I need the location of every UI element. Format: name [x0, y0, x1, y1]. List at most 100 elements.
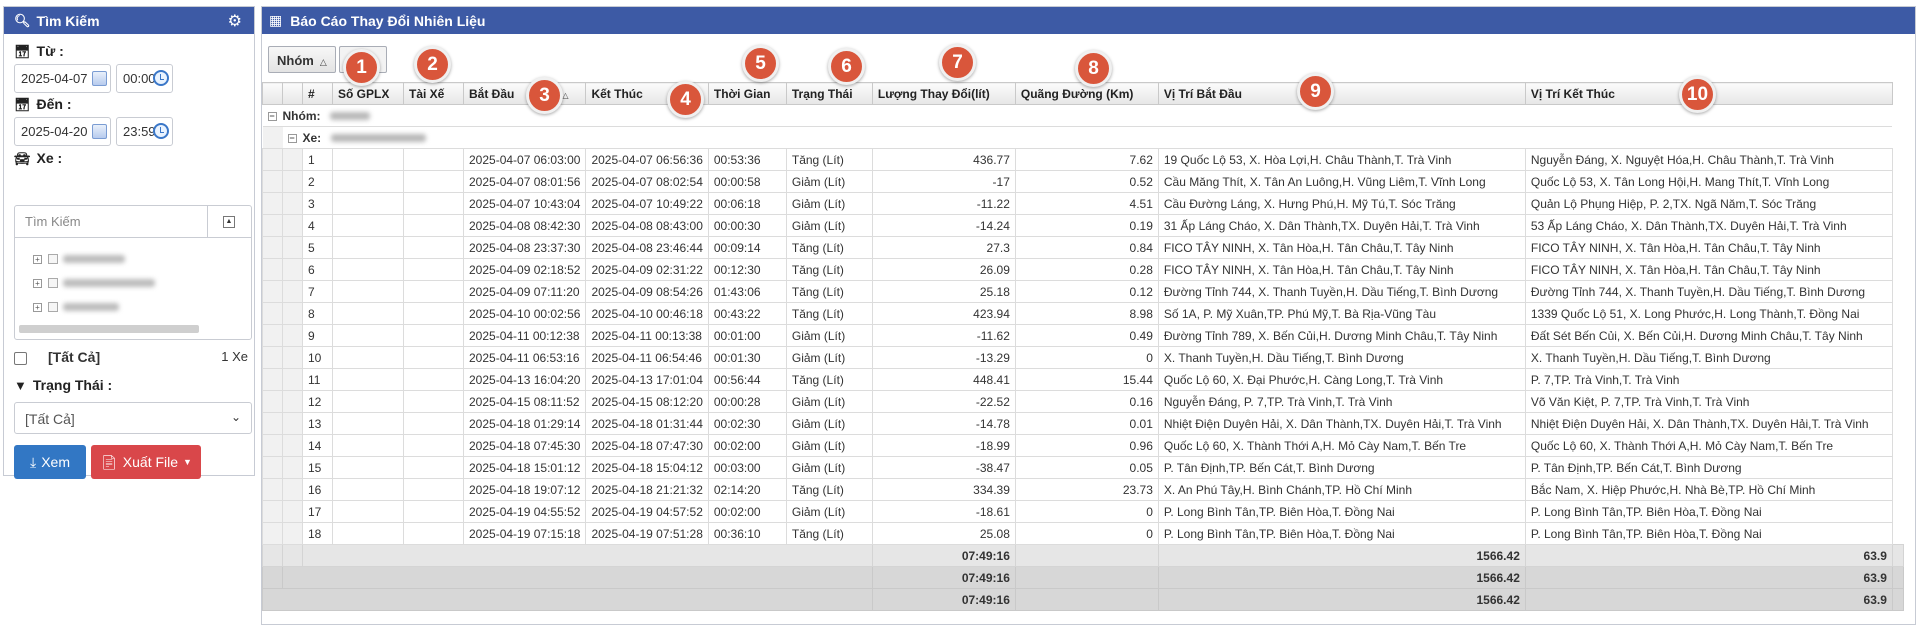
table-row[interactable]: 6 2025-04-09 02:18:52 2025-04-09 02:31:22 0… [262, 258, 1904, 281]
tree-checkbox[interactable] [48, 278, 58, 288]
indent-cell [262, 214, 283, 237]
table-row[interactable]: 17 2025-04-19 04:55:52 2025-04-19 04:57:52… [262, 500, 1904, 523]
table-row[interactable]: 13 2025-04-18 01:29:14 2025-04-18 01:31:44… [262, 412, 1904, 435]
to-date-input[interactable]: 2025-04-20 [14, 117, 111, 146]
group-chip[interactable]: Nhóm △ [268, 46, 336, 73]
collapse-icon[interactable]: − [267, 111, 277, 121]
summary-duration: 07:49:16 [871, 588, 1016, 611]
table-row[interactable]: 14 2025-04-18 07:45:30 2025-04-18 07:47:30… [262, 434, 1904, 457]
indent-cell [282, 170, 303, 193]
table-row[interactable]: 9 2025-04-11 00:12:38 2025-04-11 00:13:38 0… [262, 324, 1904, 347]
cell-index: 18 [302, 522, 333, 545]
col-driver[interactable]: Tài Xế [403, 82, 464, 105]
collapse-button[interactable]: ▲ [207, 206, 251, 238]
cell-start-location: P. Long Bình Tân,TP. Biên Hòa,T. Đồng Na… [1157, 500, 1526, 523]
table-row[interactable]: 18 2025-04-19 07:15:18 2025-04-19 07:51:28… [262, 522, 1904, 545]
file-icon: 📄︎ [100, 453, 118, 470]
cell-duration: 00:09:14 [707, 236, 787, 259]
status-label: Trạng Thái : [32, 377, 113, 393]
calendar-picker-icon[interactable] [92, 124, 107, 139]
marker-3: 3 [526, 77, 563, 114]
calendar-picker-icon[interactable] [92, 71, 107, 86]
tree-checkbox[interactable] [48, 302, 58, 312]
col-duration[interactable]: Thời Gian [707, 82, 787, 105]
gear-icon[interactable]: ⚙︎ [228, 11, 242, 31]
col-index[interactable]: # [302, 82, 333, 105]
table-row[interactable]: 5 2025-04-08 23:37:30 2025-04-08 23:46:44 0… [262, 236, 1904, 259]
marker-1: 1 [343, 49, 380, 86]
clock-icon[interactable] [153, 123, 169, 139]
col-start[interactable]: Bắt Đầu △ [462, 82, 587, 105]
expand-icon[interactable]: + [33, 254, 42, 264]
cell-driver [403, 434, 464, 457]
report-panel: ▦ Báo Cáo Thay Đổi Nhiên Liệu Nhóm △ # Số… [261, 6, 1916, 625]
cell-end-location: Bắc Nam, X. Hiệp Phước,H. Nhà Bè,TP. Hồ … [1524, 478, 1893, 501]
table-row[interactable]: 3 2025-04-07 10:43:04 2025-04-07 10:49:22 0… [262, 192, 1904, 215]
table-row[interactable]: 15 2025-04-18 15:01:12 2025-04-18 15:04:12… [262, 456, 1904, 479]
table-row[interactable]: 2 2025-04-07 08:01:56 2025-04-07 08:02:54 0… [262, 170, 1904, 193]
summary-amount: 1566.42 [1157, 566, 1526, 589]
cell-distance: 23.73 [1014, 478, 1159, 501]
table-row[interactable]: 16 2025-04-18 19:07:12 2025-04-18 21:21:32… [262, 478, 1904, 501]
indent-cell [262, 478, 283, 501]
cell-start: 2025-04-07 08:01:56 [462, 170, 587, 193]
table-row[interactable]: 12 2025-04-15 08:11:52 2025-04-15 08:12:20… [262, 390, 1904, 413]
from-time-input[interactable]: 00:00 [116, 64, 173, 93]
status-select[interactable]: [Tất Cả] ⌄ [14, 402, 252, 434]
table-row[interactable]: 11 2025-04-13 16:04:20 2025-04-13 17:01:04… [262, 368, 1904, 391]
view-button[interactable]: ⤓ Xem [14, 445, 86, 479]
cell-license [332, 478, 404, 501]
col-start-location[interactable]: Vị Trí Bắt Đầu [1157, 82, 1526, 105]
table-row[interactable]: 10 2025-04-11 06:53:16 2025-04-11 06:54:46… [262, 346, 1904, 369]
table-row[interactable]: 7 2025-04-09 07:11:20 2025-04-09 08:54:26 0… [262, 280, 1904, 303]
vehicle-search-input[interactable]: Tìm Kiếm [15, 206, 208, 238]
collapse-icon[interactable]: − [287, 133, 297, 143]
sort-asc-icon: △ [319, 57, 327, 67]
summary-spacer [1891, 544, 1904, 567]
table-row[interactable]: 1 2025-04-07 06:03:00 2025-04-07 06:56:36 0… [262, 148, 1904, 171]
col-status[interactable]: Trạng Thái [785, 82, 873, 105]
col-license[interactable]: Số GPLX [332, 82, 404, 105]
search-panel-header: 🔍︎ Tìm Kiếm ⚙︎ [4, 7, 254, 34]
cell-duration: 00:06:18 [707, 192, 787, 215]
cell-end-location: Đường Tỉnh 744, X. Thanh Tuyền,H. Dầu Ti… [1524, 280, 1893, 303]
from-date-input[interactable]: 2025-04-07 [14, 64, 111, 93]
cell-start-location: FICO TÂY NINH, X. Tân Hòa,H. Tân Châu,T.… [1157, 236, 1526, 259]
indent-cell [262, 302, 283, 325]
to-time-input[interactable]: 23:59 [116, 117, 173, 146]
indent-cell [262, 522, 283, 545]
expand-icon[interactable]: + [33, 278, 42, 288]
cell-amount: -14.78 [871, 412, 1016, 435]
cell-end: 2025-04-19 07:51:28 [585, 522, 709, 545]
cell-end: 2025-04-07 10:49:22 [585, 192, 709, 215]
indent-cell [282, 522, 303, 545]
redacted-text [63, 255, 125, 263]
select-all-checkbox[interactable] [14, 352, 27, 365]
expand-icon[interactable]: + [33, 302, 42, 312]
indent-cell [262, 390, 283, 413]
table-row[interactable]: 4 2025-04-08 08:42:30 2025-04-08 08:43:00 0… [262, 214, 1904, 237]
col-amount[interactable]: Lượng Thay Đổi(lít) [871, 82, 1016, 105]
cell-distance: 0.49 [1014, 324, 1159, 347]
cell-index: 11 [302, 368, 333, 391]
tree-checkbox[interactable] [48, 254, 58, 264]
cell-end: 2025-04-09 02:31:22 [585, 258, 709, 281]
cell-amount: 436.77 [871, 148, 1016, 171]
tree-item[interactable]: + [33, 299, 119, 315]
export-file-button[interactable]: 📄︎ Xuất File ▼ [91, 445, 201, 479]
cell-duration: 00:43:22 [707, 302, 787, 325]
cell-duration: 00:12:30 [707, 258, 787, 281]
table-row[interactable]: 8 2025-04-10 00:02:56 2025-04-10 00:46:18 0… [262, 302, 1904, 325]
cell-start-location: Số 1A, P. Mỹ Xuân,TP. Phú Mỹ,T. Bà Rịa-V… [1157, 302, 1526, 325]
horizontal-scrollbar[interactable] [19, 325, 199, 333]
tree-item[interactable]: + [33, 275, 155, 291]
cell-license [332, 302, 404, 325]
cell-end: 2025-04-13 17:01:04 [585, 368, 709, 391]
vehicle-group-row[interactable]: − Xe: [262, 126, 1904, 149]
cell-index: 4 [302, 214, 333, 237]
cell-amount: -22.52 [871, 390, 1016, 413]
group-row[interactable]: − Nhóm: [262, 104, 1904, 127]
tree-item[interactable]: + [33, 251, 125, 267]
clock-icon[interactable] [153, 70, 169, 86]
cell-amount: -18.61 [871, 500, 1016, 523]
